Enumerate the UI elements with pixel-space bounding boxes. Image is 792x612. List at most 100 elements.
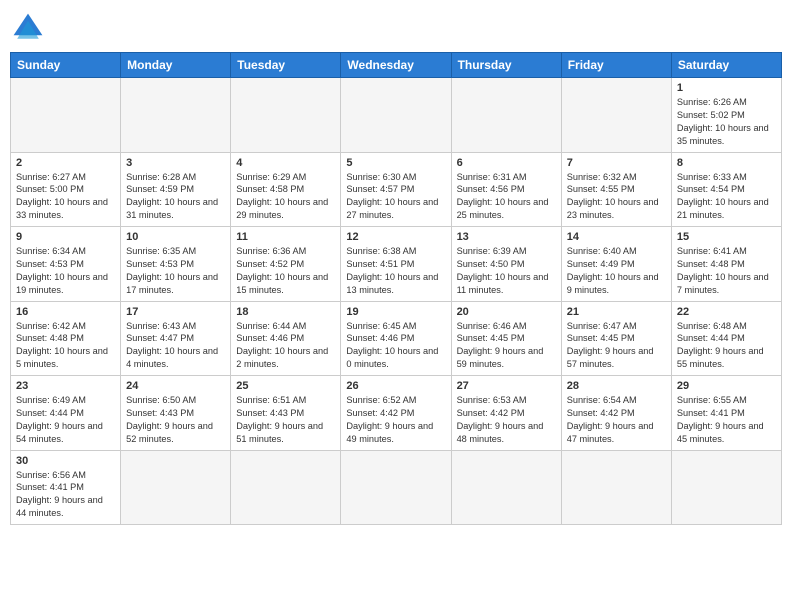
day-info: Sunrise: 6:38 AM Sunset: 4:51 PM Dayligh…: [346, 245, 445, 297]
calendar-cell: [231, 450, 341, 525]
day-number: 2: [16, 157, 115, 169]
weekday-header-row: SundayMondayTuesdayWednesdayThursdayFrid…: [11, 53, 782, 78]
day-number: 12: [346, 231, 445, 243]
day-info: Sunrise: 6:53 AM Sunset: 4:42 PM Dayligh…: [457, 394, 556, 446]
header: [10, 10, 782, 46]
calendar-cell: 23 Sunrise: 6:49 AM Sunset: 4:44 PM Dayli…: [11, 376, 121, 451]
day-info: Sunrise: 6:45 AM Sunset: 4:46 PM Dayligh…: [346, 320, 445, 372]
day-number: 14: [567, 231, 666, 243]
day-info: Sunrise: 6:30 AM Sunset: 4:57 PM Dayligh…: [346, 171, 445, 223]
calendar-page: SundayMondayTuesdayWednesdayThursdayFrid…: [0, 0, 792, 612]
day-number: 13: [457, 231, 556, 243]
day-info: Sunrise: 6:40 AM Sunset: 4:49 PM Dayligh…: [567, 245, 666, 297]
day-info: Sunrise: 6:27 AM Sunset: 5:00 PM Dayligh…: [16, 171, 115, 223]
calendar-cell: [231, 78, 341, 153]
calendar-week-row: 1 Sunrise: 6:26 AM Sunset: 5:02 PM Daylig…: [11, 78, 782, 153]
day-info: Sunrise: 6:43 AM Sunset: 4:47 PM Dayligh…: [126, 320, 225, 372]
calendar-cell: 10 Sunrise: 6:35 AM Sunset: 4:53 PM Dayli…: [121, 227, 231, 302]
calendar-cell: 8 Sunrise: 6:33 AM Sunset: 4:54 PM Daylig…: [671, 152, 781, 227]
day-info: Sunrise: 6:34 AM Sunset: 4:53 PM Dayligh…: [16, 245, 115, 297]
day-info: Sunrise: 6:28 AM Sunset: 4:59 PM Dayligh…: [126, 171, 225, 223]
day-number: 26: [346, 380, 445, 392]
day-number: 16: [16, 306, 115, 318]
calendar-cell: [11, 78, 121, 153]
calendar-cell: 5 Sunrise: 6:30 AM Sunset: 4:57 PM Daylig…: [341, 152, 451, 227]
day-number: 3: [126, 157, 225, 169]
calendar-cell: 30 Sunrise: 6:56 AM Sunset: 4:41 PM Dayli…: [11, 450, 121, 525]
day-info: Sunrise: 6:32 AM Sunset: 4:55 PM Dayligh…: [567, 171, 666, 223]
day-info: Sunrise: 6:52 AM Sunset: 4:42 PM Dayligh…: [346, 394, 445, 446]
calendar-cell: 27 Sunrise: 6:53 AM Sunset: 4:42 PM Dayli…: [451, 376, 561, 451]
weekday-header-saturday: Saturday: [671, 53, 781, 78]
calendar-cell: 2 Sunrise: 6:27 AM Sunset: 5:00 PM Daylig…: [11, 152, 121, 227]
calendar-cell: 17 Sunrise: 6:43 AM Sunset: 4:47 PM Dayli…: [121, 301, 231, 376]
calendar-header: SundayMondayTuesdayWednesdayThursdayFrid…: [11, 53, 782, 78]
day-number: 22: [677, 306, 776, 318]
day-number: 10: [126, 231, 225, 243]
calendar-cell: 29Sunrise: 6:55 AM Sunset: 4:41 PM Dayli…: [671, 376, 781, 451]
calendar-cell: 9Sunrise: 6:34 AM Sunset: 4:53 PM Daylig…: [11, 227, 121, 302]
day-info: Sunrise: 6:35 AM Sunset: 4:53 PM Dayligh…: [126, 245, 225, 297]
calendar-cell: 24 Sunrise: 6:50 AM Sunset: 4:43 PM Dayli…: [121, 376, 231, 451]
calendar-week-row: 30 Sunrise: 6:56 AM Sunset: 4:41 PM Dayli…: [11, 450, 782, 525]
logo: [10, 10, 50, 46]
calendar-cell: 3 Sunrise: 6:28 AM Sunset: 4:59 PM Daylig…: [121, 152, 231, 227]
day-number: 27: [457, 380, 556, 392]
calendar-cell: 4 Sunrise: 6:29 AM Sunset: 4:58 PM Daylig…: [231, 152, 341, 227]
day-info: Sunrise: 6:50 AM Sunset: 4:43 PM Dayligh…: [126, 394, 225, 446]
calendar-table: SundayMondayTuesdayWednesdayThursdayFrid…: [10, 52, 782, 525]
calendar-cell: 19 Sunrise: 6:45 AM Sunset: 4:46 PM Dayli…: [341, 301, 451, 376]
calendar-cell: [671, 450, 781, 525]
day-info: Sunrise: 6:49 AM Sunset: 4:44 PM Dayligh…: [16, 394, 115, 446]
day-number: 6: [457, 157, 556, 169]
calendar-cell: [451, 450, 561, 525]
calendar-cell: [121, 78, 231, 153]
day-info: Sunrise: 6:54 AM Sunset: 4:42 PM Dayligh…: [567, 394, 666, 446]
calendar-cell: 26 Sunrise: 6:52 AM Sunset: 4:42 PM Dayli…: [341, 376, 451, 451]
day-number: 19: [346, 306, 445, 318]
day-info: Sunrise: 6:56 AM Sunset: 4:41 PM Dayligh…: [16, 469, 115, 521]
day-number: 24: [126, 380, 225, 392]
day-info: Sunrise: 6:44 AM Sunset: 4:46 PM Dayligh…: [236, 320, 335, 372]
day-number: 7: [567, 157, 666, 169]
day-info: Sunrise: 6:29 AM Sunset: 4:58 PM Dayligh…: [236, 171, 335, 223]
calendar-cell: 22 Sunrise: 6:48 AM Sunset: 4:44 PM Dayli…: [671, 301, 781, 376]
calendar-cell: [341, 450, 451, 525]
calendar-cell: [561, 450, 671, 525]
day-number: 1: [677, 82, 776, 94]
calendar-cell: 15Sunrise: 6:41 AM Sunset: 4:48 PM Dayli…: [671, 227, 781, 302]
weekday-header-wednesday: Wednesday: [341, 53, 451, 78]
calendar-cell: [561, 78, 671, 153]
day-info: Sunrise: 6:31 AM Sunset: 4:56 PM Dayligh…: [457, 171, 556, 223]
day-number: 18: [236, 306, 335, 318]
logo-icon: [10, 10, 46, 46]
calendar-cell: 11Sunrise: 6:36 AM Sunset: 4:52 PM Dayli…: [231, 227, 341, 302]
day-info: Sunrise: 6:48 AM Sunset: 4:44 PM Dayligh…: [677, 320, 776, 372]
day-info: Sunrise: 6:36 AM Sunset: 4:52 PM Dayligh…: [236, 245, 335, 297]
calendar-cell: 1 Sunrise: 6:26 AM Sunset: 5:02 PM Daylig…: [671, 78, 781, 153]
day-number: 29: [677, 380, 776, 392]
day-number: 5: [346, 157, 445, 169]
day-number: 8: [677, 157, 776, 169]
day-number: 30: [16, 455, 115, 467]
day-number: 17: [126, 306, 225, 318]
weekday-header-friday: Friday: [561, 53, 671, 78]
day-number: 15: [677, 231, 776, 243]
calendar-week-row: 16Sunrise: 6:42 AM Sunset: 4:48 PM Dayli…: [11, 301, 782, 376]
day-info: Sunrise: 6:46 AM Sunset: 4:45 PM Dayligh…: [457, 320, 556, 372]
day-info: Sunrise: 6:26 AM Sunset: 5:02 PM Dayligh…: [677, 96, 776, 148]
day-info: Sunrise: 6:51 AM Sunset: 4:43 PM Dayligh…: [236, 394, 335, 446]
calendar-cell: [451, 78, 561, 153]
day-number: 25: [236, 380, 335, 392]
calendar-cell: 18 Sunrise: 6:44 AM Sunset: 4:46 PM Dayli…: [231, 301, 341, 376]
day-info: Sunrise: 6:33 AM Sunset: 4:54 PM Dayligh…: [677, 171, 776, 223]
calendar-cell: 14 Sunrise: 6:40 AM Sunset: 4:49 PM Dayli…: [561, 227, 671, 302]
day-number: 20: [457, 306, 556, 318]
day-number: 23: [16, 380, 115, 392]
day-number: 4: [236, 157, 335, 169]
day-number: 28: [567, 380, 666, 392]
calendar-cell: [341, 78, 451, 153]
calendar-week-row: 2 Sunrise: 6:27 AM Sunset: 5:00 PM Daylig…: [11, 152, 782, 227]
weekday-header-sunday: Sunday: [11, 53, 121, 78]
day-info: Sunrise: 6:47 AM Sunset: 4:45 PM Dayligh…: [567, 320, 666, 372]
